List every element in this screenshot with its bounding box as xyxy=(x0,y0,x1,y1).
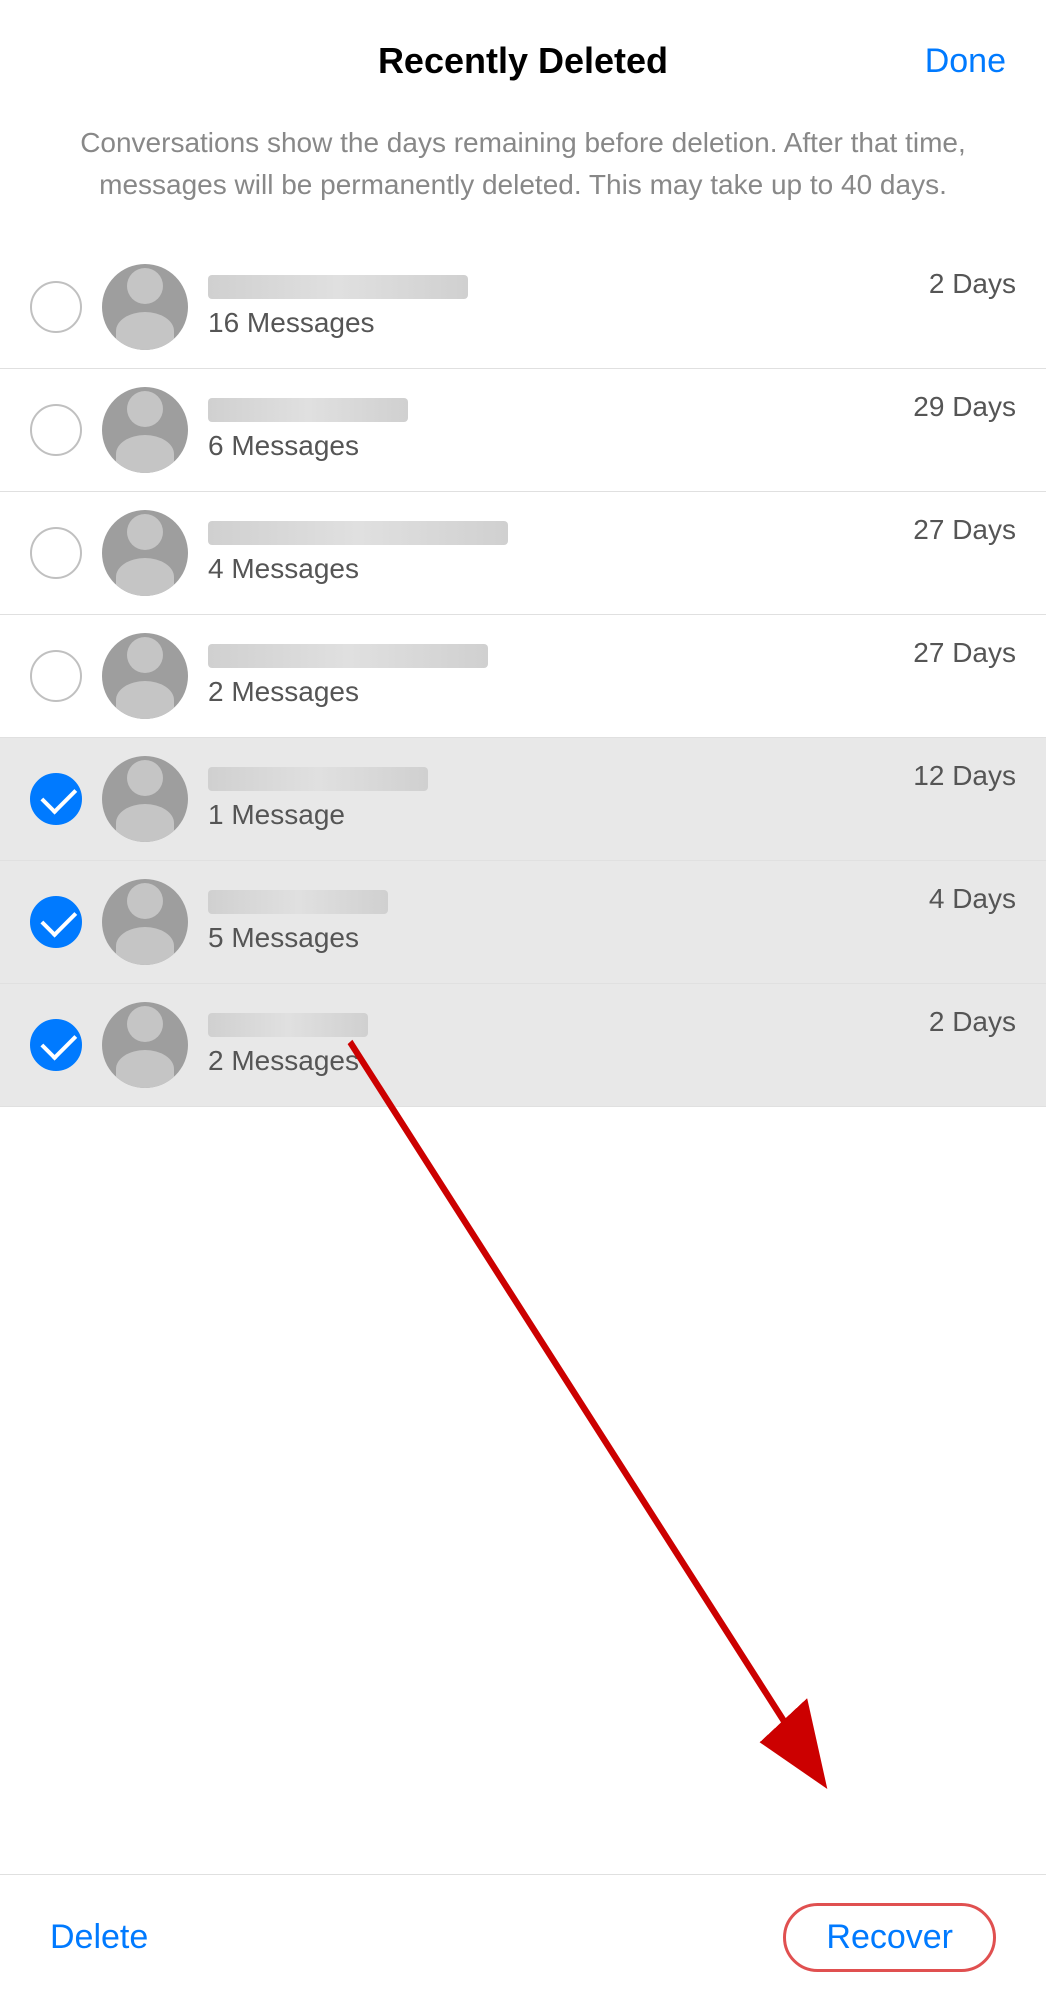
message-count: 1 Message xyxy=(208,799,913,831)
screen: Recently Deleted Done Conversations show… xyxy=(0,0,1046,2000)
done-button[interactable]: Done xyxy=(925,42,1006,81)
message-count: 2 Messages xyxy=(208,676,913,708)
list-item[interactable]: 16 Messages2 Days xyxy=(0,246,1046,369)
message-count: 5 Messages xyxy=(208,922,929,954)
list-item[interactable]: 1 Message12 Days xyxy=(0,738,1046,861)
message-count: 4 Messages xyxy=(208,553,913,585)
contact-name-blurred xyxy=(208,521,508,545)
avatar xyxy=(102,756,188,842)
bottom-toolbar: Delete Recover xyxy=(0,1874,1046,2000)
list-item[interactable]: 6 Messages29 Days xyxy=(0,369,1046,492)
radio-circle[interactable] xyxy=(30,281,82,333)
radio-circle[interactable] xyxy=(30,773,82,825)
contact-name-blurred xyxy=(208,767,428,791)
days-remaining: 29 Days xyxy=(913,387,1016,423)
days-remaining: 27 Days xyxy=(913,510,1016,546)
radio-circle[interactable] xyxy=(30,650,82,702)
list-item[interactable]: 2 Messages27 Days xyxy=(0,615,1046,738)
contact-name-blurred xyxy=(208,890,388,914)
avatar xyxy=(102,510,188,596)
avatar xyxy=(102,264,188,350)
radio-circle[interactable] xyxy=(30,896,82,948)
message-count: 6 Messages xyxy=(208,430,913,462)
days-remaining: 12 Days xyxy=(913,756,1016,792)
page-title: Recently Deleted xyxy=(378,40,668,82)
radio-circle[interactable] xyxy=(30,1019,82,1071)
avatar xyxy=(102,879,188,965)
days-remaining: 2 Days xyxy=(929,1002,1016,1038)
days-remaining: 2 Days xyxy=(929,264,1016,300)
recover-button[interactable]: Recover xyxy=(783,1903,996,1972)
list-item[interactable]: 4 Messages27 Days xyxy=(0,492,1046,615)
radio-circle[interactable] xyxy=(30,404,82,456)
header: Recently Deleted Done xyxy=(0,0,1046,102)
description-text: Conversations show the days remaining be… xyxy=(0,102,1046,246)
list-wrapper: 16 Messages2 Days6 Messages29 Days4 Mess… xyxy=(0,246,1046,1874)
contact-name-blurred xyxy=(208,1013,368,1037)
days-remaining: 27 Days xyxy=(913,633,1016,669)
avatar xyxy=(102,387,188,473)
avatar xyxy=(102,633,188,719)
message-count: 2 Messages xyxy=(208,1045,929,1077)
message-count: 16 Messages xyxy=(208,307,929,339)
avatar xyxy=(102,1002,188,1088)
delete-button[interactable]: Delete xyxy=(50,1918,148,1957)
days-remaining: 4 Days xyxy=(929,879,1016,915)
conversation-list: 16 Messages2 Days6 Messages29 Days4 Mess… xyxy=(0,246,1046,1107)
list-item[interactable]: 2 Messages2 Days xyxy=(0,984,1046,1107)
contact-name-blurred xyxy=(208,275,468,299)
contact-name-blurred xyxy=(208,644,488,668)
list-item[interactable]: 5 Messages4 Days xyxy=(0,861,1046,984)
radio-circle[interactable] xyxy=(30,527,82,579)
contact-name-blurred xyxy=(208,398,408,422)
